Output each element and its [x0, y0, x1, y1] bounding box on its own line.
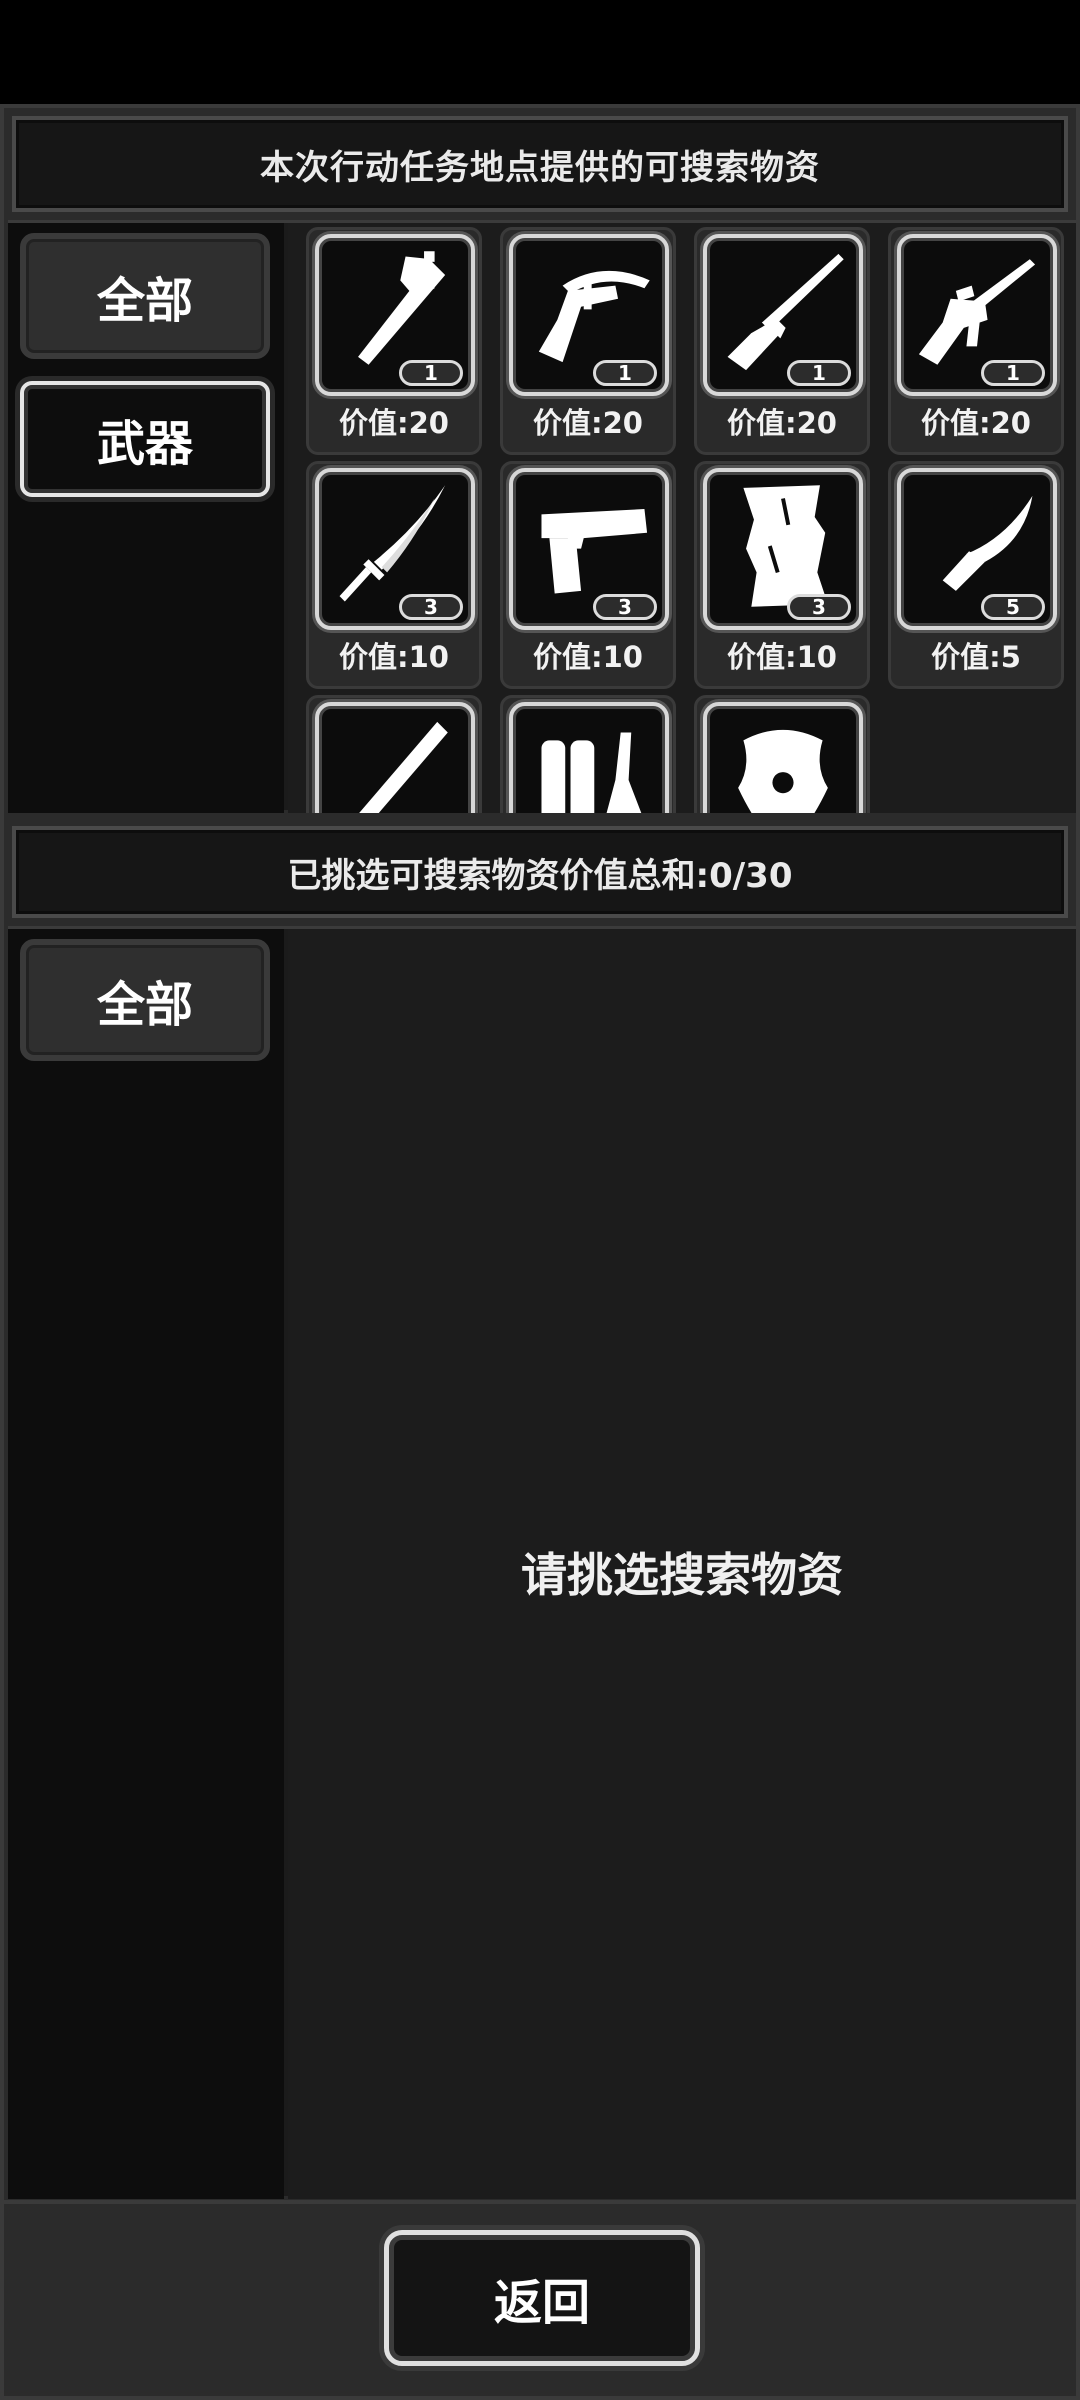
item-value: 价值:20 — [921, 406, 1031, 440]
item-quantity: 1 — [981, 360, 1045, 386]
footer-bar: 返回 — [4, 2200, 1076, 2396]
item-quantity: 1 — [787, 360, 851, 386]
item-frame — [315, 702, 475, 813]
item-slot-baton[interactable] — [306, 695, 482, 813]
item-value: 价值:10 — [727, 640, 837, 674]
item-slot-rifle[interactable]: 1 价值:20 — [694, 227, 870, 455]
item-value: 价值:5 — [931, 640, 1021, 674]
item-frame: 1 — [897, 234, 1057, 396]
back-button[interactable]: 返回 — [384, 2230, 700, 2366]
item-frame: 3 — [509, 468, 669, 630]
item-quantity: 3 — [593, 594, 657, 620]
crossbow-icon — [538, 270, 650, 363]
item-frame: 5 — [897, 468, 1057, 630]
tab-all[interactable]: 全部 — [20, 233, 270, 359]
item-slot-pistol[interactable]: 3 价值:10 — [500, 461, 676, 689]
item-value: 价值:10 — [533, 640, 643, 674]
empty-selection-prompt: 请挑选搜索物资 — [521, 1548, 843, 1602]
axe-icon — [358, 251, 446, 365]
katana-icon — [339, 485, 446, 602]
item-slot-assault-rifle[interactable]: 1 价值:20 — [888, 227, 1064, 455]
item-frame: 3 — [315, 468, 475, 630]
tab-weapons[interactable]: 武器 — [20, 381, 270, 497]
selected-value-text: 已挑选可搜索物资价值总和:0/30 — [287, 855, 793, 896]
item-slot-machete[interactable]: 5 价值:5 — [888, 461, 1064, 689]
item-frame: 1 — [509, 234, 669, 396]
item-quantity: 3 — [399, 594, 463, 620]
available-supplies-title: 本次行动任务地点提供的可搜索物资 — [260, 147, 820, 188]
item-frame: 1 — [703, 234, 863, 396]
status-bar — [0, 0, 1080, 104]
shield-icon — [738, 729, 828, 813]
available-category-column: 全部 武器 — [8, 223, 284, 813]
item-quantity: 3 — [787, 594, 851, 620]
item-quantity: 1 — [593, 360, 657, 386]
item-frame: 1 — [315, 234, 475, 396]
item-value: 价值:20 — [727, 406, 837, 440]
item-value: 价值:10 — [339, 640, 449, 674]
baton-icon — [359, 721, 448, 813]
item-frame: 3 — [703, 468, 863, 630]
selected-category-column: 全部 — [8, 929, 284, 2199]
machete-icon — [942, 495, 1033, 591]
available-supplies-header: 本次行动任务地点提供的可搜索物资 — [12, 116, 1068, 212]
rifle-icon — [727, 253, 844, 371]
item-quantity: 1 — [399, 360, 463, 386]
fuel-tanks-icon — [541, 732, 642, 813]
item-slot-crossbow[interactable]: 1 价值:20 — [500, 227, 676, 455]
tab-selected-all-label: 全部 — [96, 977, 193, 1033]
back-button-label: 返回 — [493, 2275, 590, 2331]
available-panel: 全部 武器 1 价值:20 1 价值:20 1 价值:20 1 价值:20 3 … — [8, 220, 1076, 813]
item-quantity: 5 — [981, 594, 1045, 620]
item-grid[interactable]: 1 价值:20 1 价值:20 1 价值:20 1 价值:20 3 价值:10 … — [288, 223, 1076, 813]
item-slot-shield[interactable] — [694, 695, 870, 813]
selected-value-summary: 已挑选可搜索物资价值总和:0/30 — [12, 826, 1068, 918]
tab-selected-all[interactable]: 全部 — [20, 939, 270, 1061]
tab-weapons-label: 武器 — [96, 416, 193, 472]
assault-rifle-icon — [918, 259, 1036, 365]
item-slot-katana[interactable]: 3 价值:10 — [306, 461, 482, 689]
item-value: 价值:20 — [533, 406, 643, 440]
item-slot-fuel-tanks[interactable] — [500, 695, 676, 813]
item-slot-axe[interactable]: 1 价值:20 — [306, 227, 482, 455]
item-value: 价值:20 — [339, 406, 449, 440]
item-frame — [703, 702, 863, 813]
selected-panel: 全部 请挑选搜索物资 — [8, 926, 1076, 2199]
tab-all-label: 全部 — [96, 273, 193, 329]
pistol-icon — [541, 509, 648, 594]
wooden-plank-icon — [743, 485, 828, 607]
item-slot-wooden-plank[interactable]: 3 价值:10 — [694, 461, 870, 689]
item-frame — [509, 702, 669, 813]
app-frame: 本次行动任务地点提供的可搜索物资 全部 武器 1 价值:20 1 价值:20 1… — [0, 104, 1080, 2400]
